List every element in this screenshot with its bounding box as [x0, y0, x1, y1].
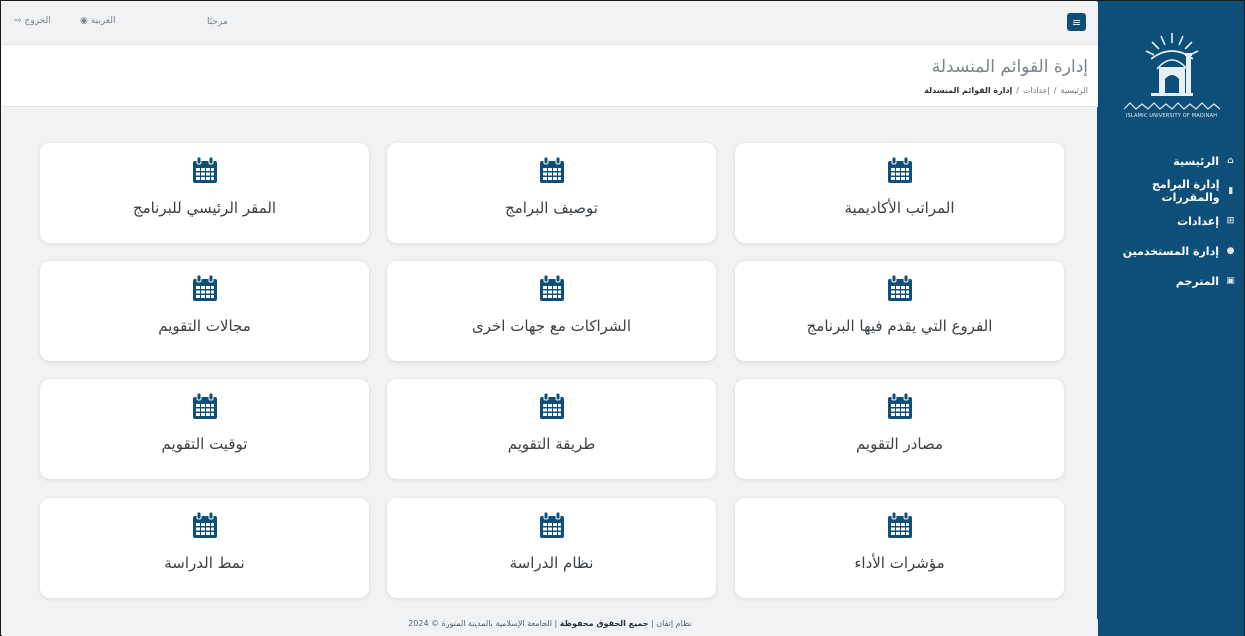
page-header: إدارة القوائم المنسدلة الرئيسية / إعدادا… — [2, 45, 1098, 107]
sidebar-item-translator[interactable]: ▣ المترجم — [1097, 266, 1244, 296]
footer-owner: الجامعة الإسلامية بالمدينة المنورة © 202… — [408, 619, 552, 628]
sidebar-item-users[interactable]: ● إدارة المستخدمين — [1097, 236, 1244, 266]
card-label: مؤشرات الأداء — [854, 554, 945, 572]
card-main-campus[interactable]: المقر الرئيسي للبرنامج — [40, 143, 369, 243]
card-partnerships[interactable]: الشراكات مع جهات اخرى — [387, 261, 716, 361]
card-label: توصيف البرامج — [505, 199, 598, 217]
card-study-mode[interactable]: نمط الدراسة — [40, 498, 369, 598]
card-assessment-timing[interactable]: توقيت التقويم — [40, 379, 369, 479]
globe-icon: ◉ — [80, 16, 88, 26]
sidebar-item-programs[interactable]: ▮ إدارة البرامج والمقررات — [1097, 176, 1244, 206]
language-label: العربية — [90, 16, 116, 26]
card-assessment-domains[interactable]: مجالات التقويم — [40, 261, 369, 361]
footer-rights: جميع الحقوق محفوظة — [559, 619, 649, 628]
card-label: طريقة التقويم — [507, 435, 596, 453]
app-frame: ISLAMIC UNIVERSITY OF MADINAH ⌂ الرئيسية… — [0, 0, 1245, 636]
footer-separator: | — [551, 619, 558, 628]
users-icon: ● — [1226, 246, 1235, 256]
calendar-icon — [192, 512, 217, 539]
footer-system: نظام إتقان — [656, 619, 692, 628]
sidebar-item-label: إدارة البرامج والمقررات — [1151, 178, 1220, 204]
card-label: المراتب الأكاديمية — [844, 199, 955, 217]
calendar-icon — [539, 157, 564, 184]
dropdown-lists-grid: المراتب الأكاديمية توصيف البرامج المقر ا… — [40, 143, 1064, 598]
breadcrumb: الرئيسية / إعدادات / إدارة القوائم المنس… — [924, 86, 1088, 95]
sidebar-item-settings[interactable]: ⊞ إعدادات — [1097, 206, 1244, 236]
logo-caption: ISLAMIC UNIVERSITY OF MADINAH — [1125, 113, 1218, 119]
sidebar-item-label: إدارة المستخدمين — [1122, 244, 1219, 258]
translate-icon: ▣ — [1226, 276, 1235, 286]
welcome-text: مرحبًا — [207, 17, 228, 27]
logout-label: الخروج — [24, 16, 51, 26]
breadcrumb-home[interactable]: الرئيسية — [1060, 86, 1088, 95]
card-program-branches[interactable]: الفروع التي يقدم فيها البرنامج — [735, 261, 1064, 361]
breadcrumb-separator: / — [1016, 86, 1019, 95]
calendar-icon — [887, 275, 912, 302]
card-study-system[interactable]: نظام الدراسة — [387, 498, 716, 598]
footer-separator: | — [648, 619, 654, 628]
page-title: إدارة القوائم المنسدلة — [931, 57, 1088, 77]
sidebar: ISLAMIC UNIVERSITY OF MADINAH ⌂ الرئيسية… — [1097, 1, 1244, 636]
calendar-icon — [539, 512, 564, 539]
card-label: مجالات التقويم — [158, 317, 251, 335]
university-logo[interactable]: ISLAMIC UNIVERSITY OF MADINAH — [1115, 29, 1228, 119]
sidebar-item-label: الرئيسية — [1173, 154, 1219, 168]
calendar-icon — [539, 275, 564, 302]
card-label: مصادر التقويم — [855, 435, 944, 453]
logo-arabic-script — [1123, 102, 1220, 110]
sidebar-nav: ⌂ الرئيسية ▮ إدارة البرامج والمقررات ⊞ إ… — [1097, 146, 1244, 296]
card-assessment-sources[interactable]: مصادر التقويم — [735, 379, 1064, 479]
calendar-icon — [887, 393, 912, 420]
sidebar-item-label: المترجم — [1175, 274, 1219, 288]
breadcrumb-settings[interactable]: إعدادات — [1023, 86, 1050, 95]
university-emblem-icon — [1145, 33, 1198, 96]
card-assessment-method[interactable]: طريقة التقويم — [387, 379, 716, 479]
logout-icon: ⇨ — [14, 16, 22, 26]
top-bar: ≡ مرحبًا ◉ العربية ⇨ الخروج — [2, 2, 1098, 45]
card-performance-indicators[interactable]: مؤشرات الأداء — [735, 498, 1064, 598]
sidebar-item-home[interactable]: ⌂ الرئيسية — [1097, 146, 1244, 176]
calendar-icon — [192, 157, 217, 184]
home-icon: ⌂ — [1227, 156, 1234, 166]
card-label: نمط الدراسة — [164, 554, 245, 572]
calendar-icon — [192, 275, 217, 302]
language-switcher[interactable]: ◉ العربية — [80, 16, 115, 26]
calendar-icon — [887, 157, 912, 184]
calendar-icon — [192, 393, 217, 420]
card-academic-ranks[interactable]: المراتب الأكاديمية — [735, 143, 1064, 243]
sidebar-item-label: إعدادات — [1177, 214, 1219, 228]
card-label: الفروع التي يقدم فيها البرنامج — [806, 317, 993, 335]
calendar-icon — [887, 512, 912, 539]
calendar-icon — [539, 393, 564, 420]
card-label: نظام الدراسة — [509, 554, 594, 572]
settings-icon: ⊞ — [1226, 216, 1235, 226]
hamburger-icon: ≡ — [1071, 15, 1082, 29]
book-icon: ▮ — [1228, 186, 1234, 196]
card-program-description[interactable]: توصيف البرامج — [387, 143, 716, 243]
menu-toggle-button[interactable]: ≡ — [1067, 13, 1086, 31]
logout-link[interactable]: ⇨ الخروج — [14, 16, 51, 26]
card-label: الشراكات مع جهات اخرى — [471, 317, 632, 335]
breadcrumb-separator: / — [1053, 86, 1057, 95]
footer: نظام إتقان | جميع الحقوق محفوظة | الجامع… — [2, 619, 1098, 636]
card-label: توقيت التقويم — [161, 435, 248, 453]
card-label: المقر الرئيسي للبرنامج — [132, 199, 277, 217]
breadcrumb-current: إدارة القوائم المنسدلة — [924, 86, 1013, 95]
